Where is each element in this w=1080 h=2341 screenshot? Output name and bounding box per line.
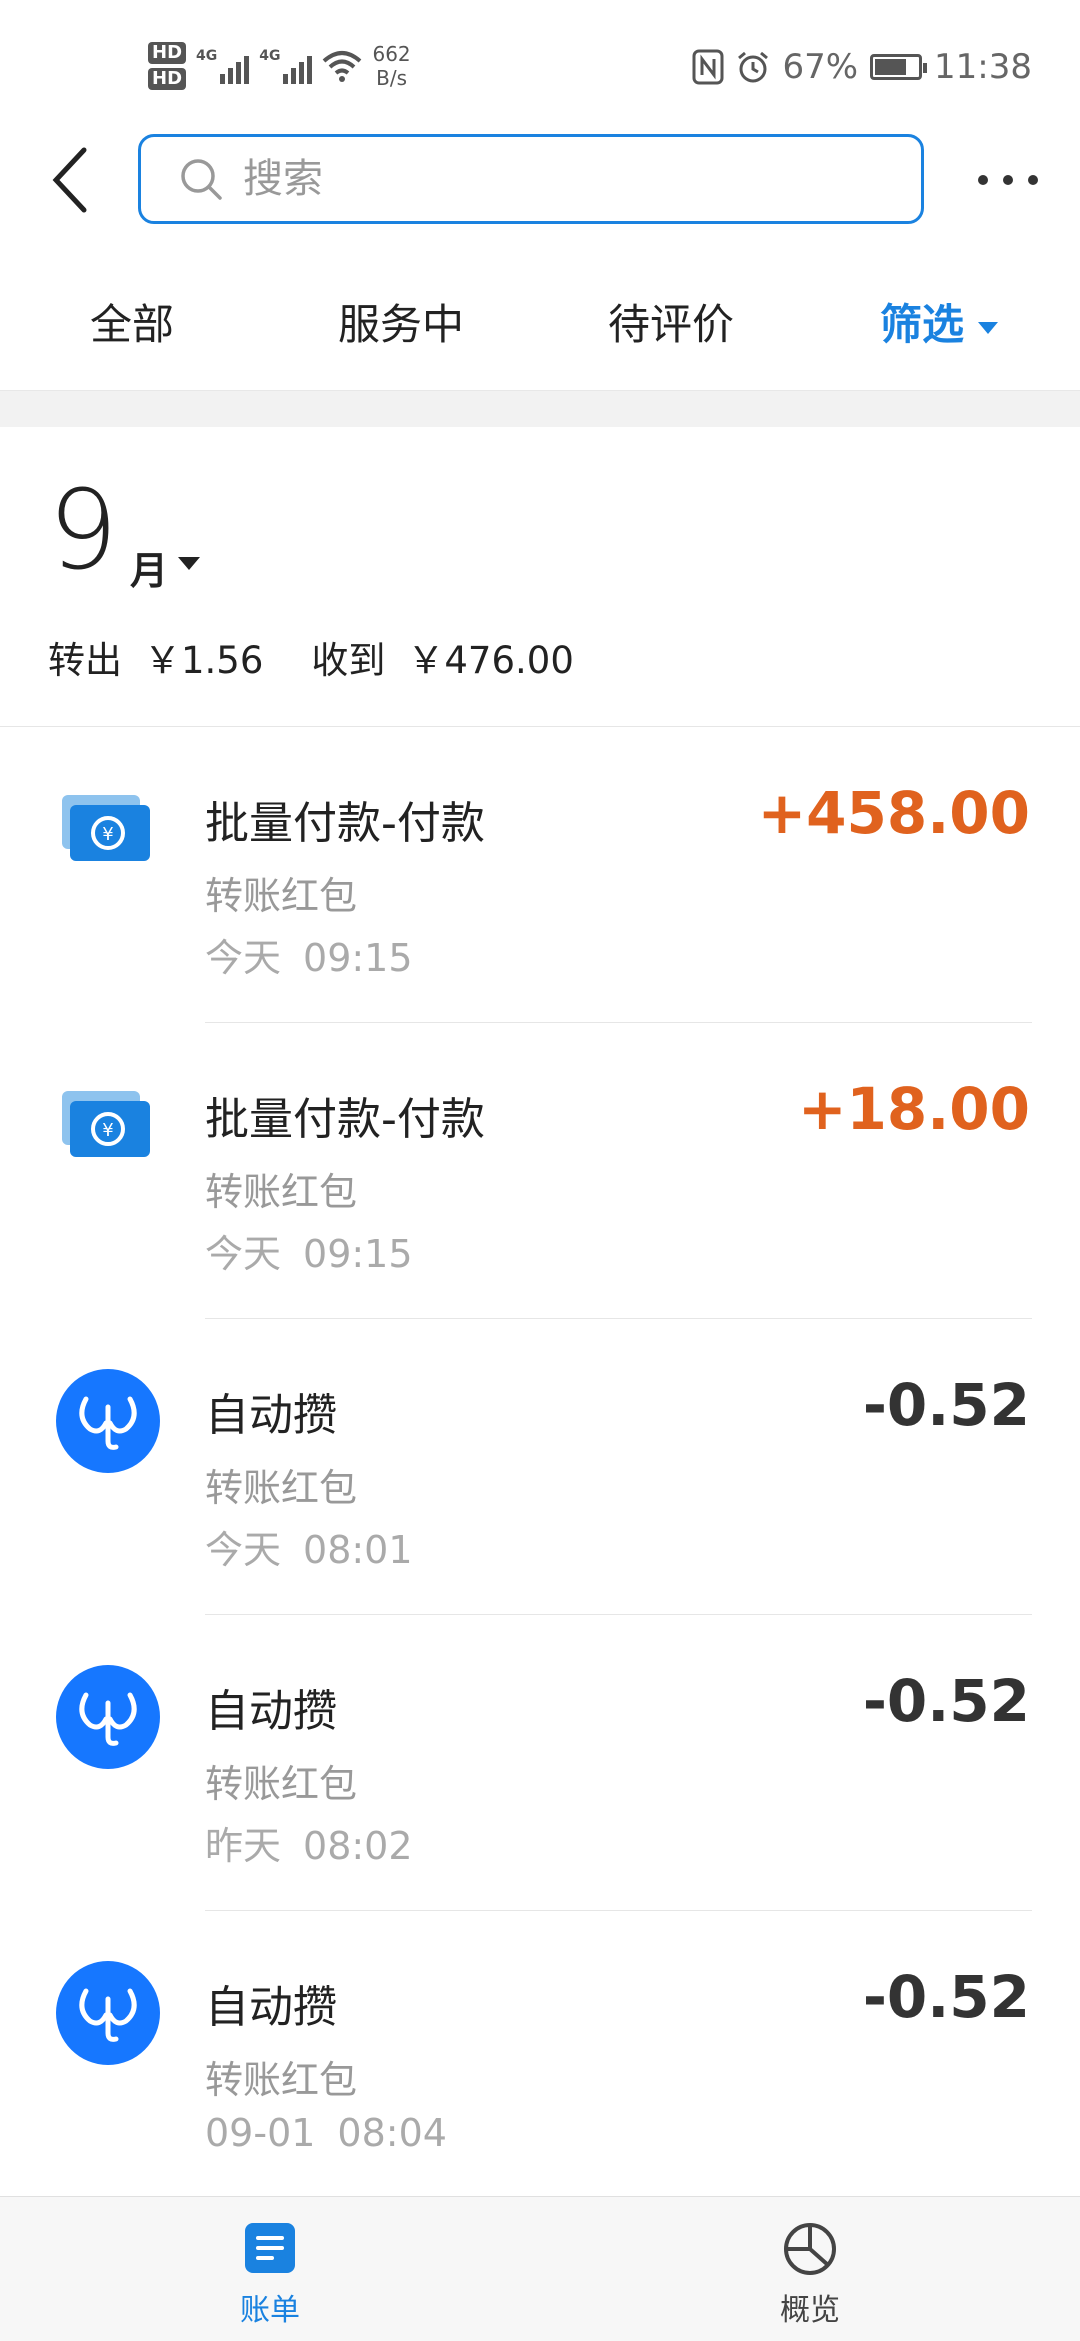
transaction-time: 今天 09:15 bbox=[205, 1223, 413, 1278]
transaction-amount: -0.52 bbox=[862, 1371, 1030, 1439]
month-number[interactable]: 9 bbox=[48, 470, 118, 590]
nav-bills[interactable]: 账单 bbox=[190, 2197, 350, 2341]
caret-down-icon bbox=[978, 321, 999, 334]
section-divider bbox=[0, 390, 1080, 427]
alarm-icon bbox=[738, 51, 769, 83]
transaction-category: 转账红包 bbox=[205, 2058, 358, 2102]
transaction-title: 批量付款-付款 bbox=[205, 1094, 485, 1145]
bill-icon bbox=[245, 2223, 295, 2273]
transaction-row[interactable]: 自动攒 转账红包 今天 08:01 -0.52 bbox=[0, 1319, 1080, 1615]
bottom-nav: 账单 概览 bbox=[0, 2196, 1080, 2341]
transaction-row[interactable]: 自动攒 转账红包 09-01 08:04 -0.52 bbox=[0, 1911, 1080, 2207]
month-summary: 转出 ￥1.56 收到 ￥476.00 bbox=[48, 630, 574, 684]
transaction-clock: 09:15 bbox=[303, 936, 413, 980]
clock: 11:38 bbox=[934, 47, 1032, 87]
pie-chart-icon bbox=[784, 2223, 836, 2275]
tab-label: 筛选 bbox=[880, 300, 965, 349]
transaction-title: 自动攒 bbox=[205, 1390, 337, 1441]
chevron-left-icon bbox=[52, 147, 87, 213]
transaction-amount: +18.00 bbox=[797, 1075, 1030, 1143]
transaction-row[interactable]: 自动攒 转账红包 昨天 08:02 -0.52 bbox=[0, 1615, 1080, 1911]
transaction-clock: 08:01 bbox=[303, 1528, 413, 1572]
filter-tabs: 全部 服务中 待评价 筛选 bbox=[0, 280, 1080, 370]
nav-bills-label: 账单 bbox=[240, 2293, 300, 2328]
elephant-icon bbox=[56, 1369, 160, 1473]
transaction-clock: 09:15 bbox=[303, 1232, 413, 1276]
tab-label: 全部 bbox=[90, 300, 175, 349]
signal-icon: 4G bbox=[259, 48, 313, 84]
status-left: HD HD 4G 4G 662 B/s bbox=[148, 36, 411, 96]
transaction-time: 今天 08:01 bbox=[205, 1519, 413, 1574]
transaction-title: 自动攒 bbox=[205, 1686, 337, 1737]
transaction-time: 今天 09:15 bbox=[205, 927, 413, 982]
transaction-title: 自动攒 bbox=[205, 1982, 337, 2033]
transaction-day: 今天 bbox=[205, 1232, 282, 1276]
nfc-icon bbox=[692, 49, 724, 85]
hd-indicators: HD HD bbox=[148, 42, 187, 90]
search-box[interactable] bbox=[138, 134, 924, 224]
transaction-time: 昨天 08:02 bbox=[205, 1815, 413, 1870]
transaction-amount: +458.00 bbox=[757, 779, 1030, 847]
transaction-category: 转账红包 bbox=[205, 1466, 358, 1510]
back-button[interactable] bbox=[40, 140, 100, 220]
network-type-label: 4G bbox=[196, 48, 218, 64]
status-bar: HD HD 4G 4G 662 B/s 67% 11:38 bbox=[0, 0, 1080, 120]
battery-icon bbox=[870, 54, 928, 80]
transaction-amount: -0.52 bbox=[862, 1667, 1030, 1735]
month-unit[interactable]: 月 bbox=[130, 540, 168, 595]
out-label: 转出 bbox=[48, 639, 122, 682]
transaction-clock: 08:02 bbox=[303, 1824, 413, 1868]
transaction-amount: -0.52 bbox=[862, 1963, 1030, 2031]
transaction-category: 转账红包 bbox=[205, 874, 358, 918]
network-speed-unit: B/s bbox=[376, 66, 408, 90]
battery-fill bbox=[875, 59, 906, 75]
transaction-title: 批量付款-付款 bbox=[205, 798, 485, 849]
wifi-icon bbox=[323, 51, 362, 82]
network-speed: 662 B/s bbox=[372, 42, 410, 90]
out-amount: ￥1.56 bbox=[144, 639, 264, 682]
search-icon bbox=[181, 159, 222, 200]
network-speed-value: 662 bbox=[372, 42, 411, 66]
transaction-category: 转账红包 bbox=[205, 1170, 358, 1214]
battery-percent: 67% bbox=[782, 47, 859, 87]
transaction-day: 昨天 bbox=[205, 1824, 282, 1868]
nav-overview[interactable]: 概览 bbox=[730, 2197, 890, 2341]
hd-badge: HD bbox=[148, 42, 187, 64]
more-dot bbox=[978, 175, 988, 185]
tab-filter[interactable]: 筛选 bbox=[880, 280, 999, 370]
more-dot bbox=[1003, 175, 1013, 185]
in-amount: ￥476.00 bbox=[407, 639, 574, 682]
tab-to-review[interactable]: 待评价 bbox=[608, 280, 734, 370]
hd-badge: HD bbox=[148, 68, 187, 90]
svg-text:¥: ¥ bbox=[102, 824, 113, 845]
transaction-category: 转账红包 bbox=[205, 1762, 358, 1806]
tab-all[interactable]: 全部 bbox=[90, 280, 174, 370]
svg-text:¥: ¥ bbox=[102, 1120, 113, 1141]
transfer-card-icon: ¥ bbox=[62, 795, 150, 861]
transaction-day: 09-01 bbox=[205, 2111, 316, 2155]
transaction-clock: 08:04 bbox=[337, 2111, 447, 2155]
transaction-day: 今天 bbox=[205, 1528, 282, 1572]
transaction-row[interactable]: ¥ 批量付款-付款 转账红包 今天 09:15 +458.00 bbox=[0, 727, 1080, 1023]
transaction-row[interactable]: ¥ 批量付款-付款 转账红包 今天 09:15 +18.00 bbox=[0, 1023, 1080, 1319]
nav-overview-label: 概览 bbox=[780, 2293, 840, 2328]
elephant-icon bbox=[56, 1665, 160, 1769]
transaction-day: 今天 bbox=[205, 936, 282, 980]
search-input[interactable] bbox=[241, 155, 865, 203]
signal-icon: 4G bbox=[196, 48, 250, 84]
status-right: 67% 11:38 bbox=[692, 42, 1032, 92]
transaction-time: 09-01 08:04 bbox=[205, 2111, 447, 2155]
caret-down-icon[interactable] bbox=[178, 557, 200, 570]
tab-label: 服务中 bbox=[338, 300, 465, 349]
tab-label: 待评价 bbox=[608, 300, 735, 349]
in-label: 收到 bbox=[311, 639, 386, 682]
more-options-button[interactable] bbox=[978, 160, 1038, 200]
transfer-card-icon: ¥ bbox=[62, 1091, 150, 1157]
more-dot bbox=[1028, 175, 1038, 185]
network-type-label: 4G bbox=[259, 48, 281, 64]
tab-in-service[interactable]: 服务中 bbox=[338, 280, 464, 370]
elephant-icon bbox=[56, 1961, 160, 2065]
